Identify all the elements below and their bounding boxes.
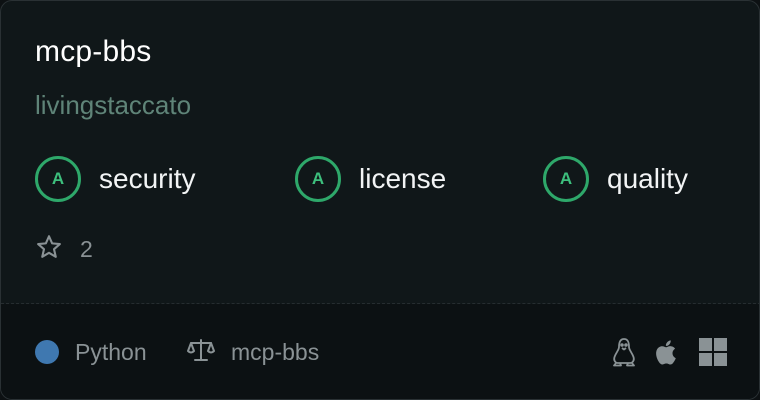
scale-icon xyxy=(187,337,215,368)
grade-badge: A xyxy=(295,156,341,202)
score-security: A security xyxy=(35,156,195,202)
windows-icon xyxy=(699,338,727,371)
repo-name[interactable]: mcp-bbs xyxy=(35,35,151,69)
score-license: A license xyxy=(295,156,446,202)
card-footer: Python mcp-bbs xyxy=(1,304,759,399)
score-quality: A quality xyxy=(543,156,688,202)
platform-icons xyxy=(611,337,727,372)
license-label: mcp-bbs xyxy=(231,338,320,365)
star-icon xyxy=(35,233,63,266)
grade-badge: A xyxy=(543,156,589,202)
score-label: security xyxy=(99,163,196,194)
linux-icon xyxy=(611,337,637,372)
language-color-dot xyxy=(35,340,59,364)
score-label: license xyxy=(359,163,447,194)
star-count: 2 xyxy=(35,233,93,266)
apple-icon xyxy=(655,337,681,372)
server-card[interactable]: mcp-bbs livingstaccato A security A lice… xyxy=(0,0,760,400)
repo-owner[interactable]: livingstaccato xyxy=(35,90,191,121)
language: Python xyxy=(35,339,147,365)
license: mcp-bbs xyxy=(187,337,320,368)
language-label: Python xyxy=(75,338,147,365)
grade-badge: A xyxy=(35,156,81,202)
star-count-value: 2 xyxy=(80,235,93,262)
score-label: quality xyxy=(607,163,688,194)
